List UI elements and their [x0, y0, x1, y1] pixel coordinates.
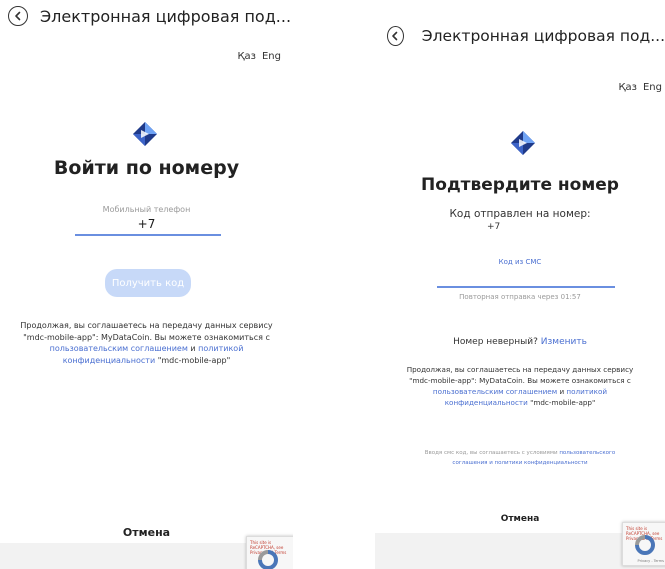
consent-text: Продолжая, вы соглашаетесь на передачу д… — [406, 365, 634, 407]
language-switcher: Қаз Eng — [612, 82, 662, 93]
wrong-number-row: Номер неверный? Изменить — [453, 337, 587, 347]
sms-privacy-link[interactable]: соглашения и политики конфиденциальности — [387, 458, 653, 468]
privacy-policy-link-cont[interactable]: конфиденциальности — [445, 398, 528, 407]
privacy-policy-link[interactable]: политикой — [566, 387, 607, 396]
get-code-button[interactable]: Получить код — [105, 269, 191, 297]
privacy-policy-link-cont[interactable]: конфиденциальности — [63, 356, 155, 365]
sms-user-agreement-link[interactable]: пользовательского — [559, 450, 615, 456]
header: Электронная цифровая под... — [387, 26, 665, 46]
lang-kaz[interactable]: Қаз — [237, 51, 256, 62]
recaptcha-icon — [258, 550, 278, 569]
back-button[interactable] — [8, 6, 28, 26]
recaptcha-footer[interactable]: Privacy - Terms — [638, 559, 664, 563]
consent-text: Продолжая, вы соглашаетесь на передачу д… — [20, 321, 273, 365]
page-title: Подтвердите номер — [421, 175, 619, 195]
phone-input[interactable]: +7 — [0, 217, 293, 231]
screen-login-by-phone: Электронная цифровая под... Қаз Eng Войти… — [0, 0, 293, 569]
header-title: Электронная цифровая под... — [40, 6, 292, 26]
change-number-link[interactable]: Изменить — [541, 337, 587, 347]
sent-number: +7 — [487, 222, 501, 232]
privacy-policy-link[interactable]: политикой — [198, 344, 243, 353]
page-title: Войти по номеру — [53, 157, 240, 179]
user-agreement-link[interactable]: пользовательским соглашением — [433, 387, 557, 396]
chevron-left-icon — [392, 31, 398, 41]
lang-kaz[interactable]: Қаз — [618, 82, 637, 93]
diamond-logo-icon — [511, 131, 535, 155]
recaptcha-icon — [635, 535, 655, 555]
header-title: Электронная цифровая под... — [421, 27, 665, 45]
language-switcher: Қаз Eng — [231, 51, 281, 62]
lang-eng[interactable]: Eng — [262, 51, 281, 62]
phone-input-underline — [75, 234, 221, 236]
resend-timer: Повторная отправка через 01:57 — [459, 293, 581, 301]
sms-code-input[interactable] — [437, 286, 615, 288]
user-agreement-link[interactable]: пользовательским соглашением — [50, 344, 188, 353]
sms-consent-text: Вводя смс код, вы соглашаетесь с условия… — [375, 448, 665, 468]
screen-confirm-number: Электронная цифровая под... Қаз Eng Подтв… — [375, 0, 665, 569]
lang-eng[interactable]: Eng — [643, 82, 662, 93]
code-sent-text: Код отправлен на номер: — [449, 208, 591, 220]
recaptcha-badge[interactable]: This site is ReCAPTCHA, see Privacy and … — [622, 522, 665, 566]
chevron-left-icon — [15, 11, 21, 21]
back-button[interactable] — [387, 26, 404, 46]
recaptcha-badge[interactable]: This site is ReCAPTCHA, see Privacy and … — [246, 536, 293, 569]
sms-code-label: Код из СМС — [498, 258, 542, 266]
diamond-logo-icon — [133, 122, 157, 146]
header: Электронная цифровая под... — [8, 6, 293, 26]
phone-field-label: Мобильный телефон — [102, 205, 191, 214]
